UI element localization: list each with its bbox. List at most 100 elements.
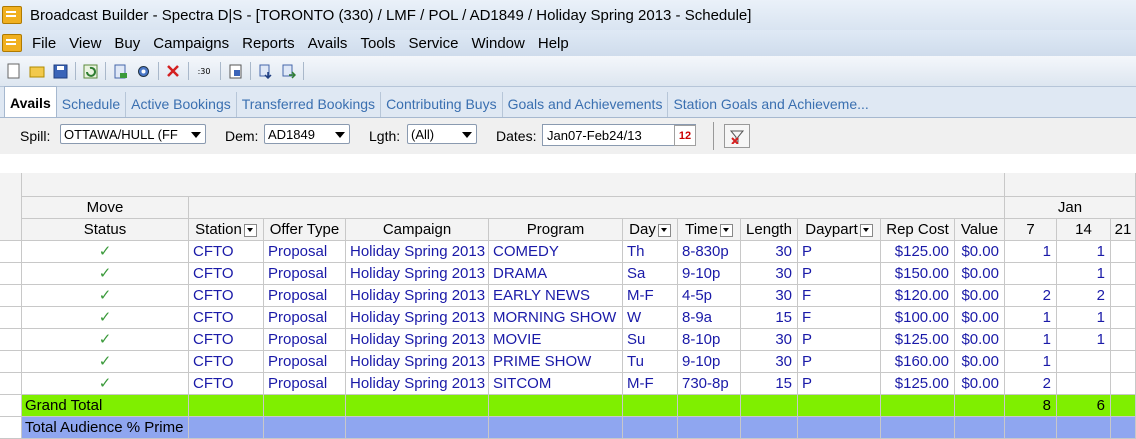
table-cell-station[interactable]: CFTO	[189, 373, 264, 395]
table-cell-day[interactable]: M-F	[623, 285, 678, 307]
column-header-status[interactable]: Status	[22, 219, 189, 241]
table-cell-w21[interactable]	[1111, 329, 1136, 351]
table-cell-w14[interactable]: 1	[1057, 241, 1111, 263]
table-cell-w7[interactable]: 1	[1005, 307, 1057, 329]
tab-contributing-buys[interactable]: Contributing Buys	[381, 92, 503, 117]
column-header-rep_cost[interactable]: Rep Cost	[881, 219, 955, 241]
column-header-campaign[interactable]: Campaign	[346, 219, 489, 241]
menu-view[interactable]: View	[69, 35, 101, 52]
table-cell-rep_cost[interactable]: $125.00	[881, 373, 955, 395]
settings-icon[interactable]	[134, 62, 152, 80]
row-selector[interactable]	[0, 241, 22, 263]
table-cell-value[interactable]: $0.00	[955, 351, 1005, 373]
row-selector[interactable]	[0, 351, 22, 373]
table-cell-value[interactable]: $0.00	[955, 373, 1005, 395]
column-header-w14[interactable]: 14	[1057, 219, 1111, 241]
table-cell-offer[interactable]: Proposal	[264, 241, 346, 263]
table-cell-w7[interactable]: 2	[1005, 285, 1057, 307]
menu-reports[interactable]: Reports	[242, 35, 295, 52]
table-cell-length[interactable]: 30	[741, 285, 798, 307]
table-cell-w14[interactable]	[1057, 351, 1111, 373]
table-cell-campaign[interactable]: Holiday Spring 2013	[346, 285, 489, 307]
table-cell-w7[interactable]	[1005, 263, 1057, 285]
table-cell-value[interactable]: $0.00	[955, 263, 1005, 285]
table-cell-campaign[interactable]: Holiday Spring 2013	[346, 241, 489, 263]
table-cell-w21[interactable]	[1111, 351, 1136, 373]
table-cell-length[interactable]: 30	[741, 241, 798, 263]
table-cell-program[interactable]: DRAMA	[489, 263, 623, 285]
column-filter-icon[interactable]	[859, 223, 873, 237]
menu-buy[interactable]: Buy	[114, 35, 140, 52]
open-folder-icon[interactable]	[28, 62, 46, 80]
export-icon[interactable]	[111, 62, 129, 80]
table-cell-day[interactable]: Sa	[623, 263, 678, 285]
column-header-length[interactable]: Length	[741, 219, 798, 241]
dem-select[interactable]: AD1849	[264, 124, 350, 144]
table-cell-length[interactable]: 15	[741, 307, 798, 329]
table-cell-w14[interactable]: 1	[1057, 307, 1111, 329]
table-cell-time[interactable]: 730-8p	[678, 373, 741, 395]
table-cell-day[interactable]: M-F	[623, 373, 678, 395]
table-cell-offer[interactable]: Proposal	[264, 263, 346, 285]
table-cell-rep_cost[interactable]: $120.00	[881, 285, 955, 307]
tab-active-bookings[interactable]: Active Bookings	[126, 92, 237, 117]
table-cell-w21[interactable]	[1111, 373, 1136, 395]
menu-tools[interactable]: Tools	[360, 35, 395, 52]
table-cell-rep_cost[interactable]: $100.00	[881, 307, 955, 329]
table-cell-day[interactable]: Tu	[623, 351, 678, 373]
table-cell-station[interactable]: CFTO	[189, 351, 264, 373]
menu-service[interactable]: Service	[408, 35, 458, 52]
column-header-station[interactable]: Station	[189, 219, 264, 241]
table-cell-campaign[interactable]: Holiday Spring 2013	[346, 263, 489, 285]
new-document-icon[interactable]	[5, 62, 23, 80]
table-cell-day[interactable]: W	[623, 307, 678, 329]
tab-avails[interactable]: Avails	[4, 86, 57, 117]
table-cell-daypart[interactable]: P	[798, 373, 881, 395]
column-header-w7[interactable]: 7	[1005, 219, 1057, 241]
table-cell-value[interactable]: $0.00	[955, 285, 1005, 307]
table-cell-length[interactable]: 30	[741, 351, 798, 373]
table-cell-w21[interactable]	[1111, 241, 1136, 263]
row-selector[interactable]	[0, 285, 22, 307]
delete-icon[interactable]	[164, 62, 182, 80]
row-selector[interactable]	[0, 373, 22, 395]
table-cell-daypart[interactable]: P	[798, 351, 881, 373]
table-cell-station[interactable]: CFTO	[189, 263, 264, 285]
table-cell-time[interactable]: 8-9a	[678, 307, 741, 329]
calendar-icon[interactable]: 12	[674, 125, 696, 146]
table-cell-w14[interactable]: 1	[1057, 263, 1111, 285]
column-header-program[interactable]: Program	[489, 219, 623, 241]
table-cell-offer[interactable]: Proposal	[264, 285, 346, 307]
table-cell-offer[interactable]: Proposal	[264, 373, 346, 395]
table-cell-station[interactable]: CFTO	[189, 241, 264, 263]
column-header-daypart[interactable]: Daypart	[798, 219, 881, 241]
tab-station-goals[interactable]: Station Goals and Achieveme...	[668, 92, 873, 117]
table-cell-program[interactable]: MORNING SHOW	[489, 307, 623, 329]
column-header-offer[interactable]: Offer Type	[264, 219, 346, 241]
counter-icon[interactable]: :30	[194, 62, 214, 80]
table-cell-campaign[interactable]: Holiday Spring 2013	[346, 373, 489, 395]
table-cell-rep_cost[interactable]: $150.00	[881, 263, 955, 285]
table-cell-station[interactable]: CFTO	[189, 285, 264, 307]
table-cell-w21[interactable]	[1111, 307, 1136, 329]
tab-schedule[interactable]: Schedule	[57, 92, 127, 117]
table-cell-day[interactable]: Su	[623, 329, 678, 351]
print-preview-icon[interactable]	[226, 62, 244, 80]
tab-transferred-bookings[interactable]: Transferred Bookings	[237, 92, 382, 117]
table-cell-program[interactable]: SITCOM	[489, 373, 623, 395]
table-cell-w14[interactable]	[1057, 373, 1111, 395]
tab-goals-and-achievements[interactable]: Goals and Achievements	[503, 92, 669, 117]
table-cell-campaign[interactable]: Holiday Spring 2013	[346, 351, 489, 373]
table-cell-value[interactable]: $0.00	[955, 241, 1005, 263]
column-header-value[interactable]: Value	[955, 219, 1005, 241]
table-cell-program[interactable]: PRIME SHOW	[489, 351, 623, 373]
column-header-day[interactable]: Day	[623, 219, 678, 241]
table-cell-time[interactable]: 4-5p	[678, 285, 741, 307]
table-cell-w7[interactable]: 1	[1005, 241, 1057, 263]
table-cell-station[interactable]: CFTO	[189, 329, 264, 351]
menu-campaigns[interactable]: Campaigns	[153, 35, 229, 52]
table-cell-offer[interactable]: Proposal	[264, 351, 346, 373]
column-filter-icon[interactable]	[243, 223, 257, 237]
column-header-time[interactable]: Time	[678, 219, 741, 241]
table-cell-w21[interactable]	[1111, 285, 1136, 307]
